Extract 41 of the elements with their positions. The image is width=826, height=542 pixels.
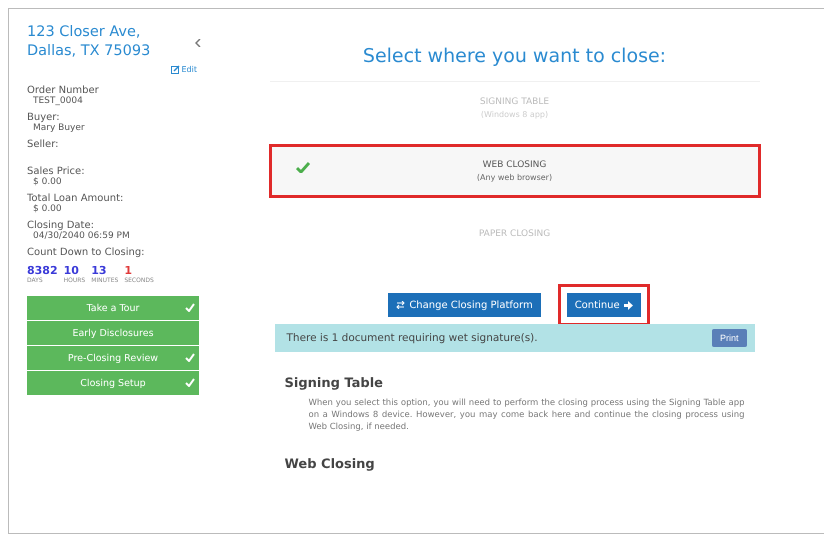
section-description: When you select this option, you will need to perform the closing process using the Signing Table app on a Windows 8 device. However, you may come back here and continue the closing process using Web Closing, if needed. bbox=[308, 397, 744, 433]
field-label: Closing Date: bbox=[27, 220, 96, 231]
checkmark-icon bbox=[296, 162, 310, 173]
notice-text: There is 1 document requiring wet signature(s). bbox=[286, 332, 538, 344]
countdown-value: 1 bbox=[124, 264, 133, 277]
countdown-value: 8382 bbox=[27, 264, 58, 277]
page-title: Select where you want to close: bbox=[362, 45, 666, 67]
field-label: Total Loan Amount: bbox=[27, 193, 124, 204]
field-label: Order Number bbox=[27, 85, 100, 96]
countdown-label: Count Down to Closing: bbox=[27, 247, 146, 258]
collapse-chevron-icon[interactable] bbox=[195, 39, 201, 47]
countdown-value: 13 bbox=[91, 264, 108, 277]
edit-link[interactable]: Edit bbox=[170, 65, 197, 74]
option-name: SIGNING TABLE bbox=[480, 97, 550, 107]
countdown-value: 10 bbox=[64, 264, 80, 277]
edit-label[interactable]: Edit bbox=[182, 65, 197, 74]
step-button[interactable]: Pre-Closing Review bbox=[27, 346, 199, 370]
field-value: $ 0.00 bbox=[33, 177, 62, 187]
option-name: PAPER CLOSING bbox=[478, 229, 550, 239]
field-label: Seller: bbox=[27, 139, 60, 150]
edit-icon bbox=[170, 65, 180, 74]
section-heading: Signing Table bbox=[284, 376, 384, 391]
field-value: $ 0.00 bbox=[33, 204, 62, 214]
closing-option[interactable]: WEB CLOSING (Any web browser) bbox=[268, 144, 760, 198]
section-heading: Web Closing bbox=[284, 457, 376, 472]
property-address: 123 Closer Ave, Dallas, TX 75093 bbox=[27, 23, 152, 61]
change-platform-button[interactable]: Change Closing Platform bbox=[388, 293, 541, 317]
option-name: WEB CLOSING bbox=[482, 160, 546, 170]
field-value: Mary Buyer bbox=[33, 123, 85, 133]
step-button[interactable]: Closing Setup bbox=[27, 371, 199, 395]
arrow-right-icon bbox=[624, 300, 633, 310]
print-button[interactable]: Print bbox=[712, 329, 746, 347]
field-value: 04/30/2040 06:59 PM bbox=[33, 231, 130, 241]
step-button[interactable]: Take a Tour bbox=[27, 296, 199, 320]
field-value: TEST_0004 bbox=[33, 96, 83, 106]
field-label: Sales Price: bbox=[27, 166, 86, 177]
option-note: (Any web browser) bbox=[476, 173, 552, 182]
swap-icon bbox=[396, 301, 406, 309]
continue-button[interactable]: Continue bbox=[566, 293, 641, 317]
field-label: Buyer: bbox=[27, 112, 61, 123]
step-button[interactable]: Early Disclosures bbox=[27, 321, 199, 345]
